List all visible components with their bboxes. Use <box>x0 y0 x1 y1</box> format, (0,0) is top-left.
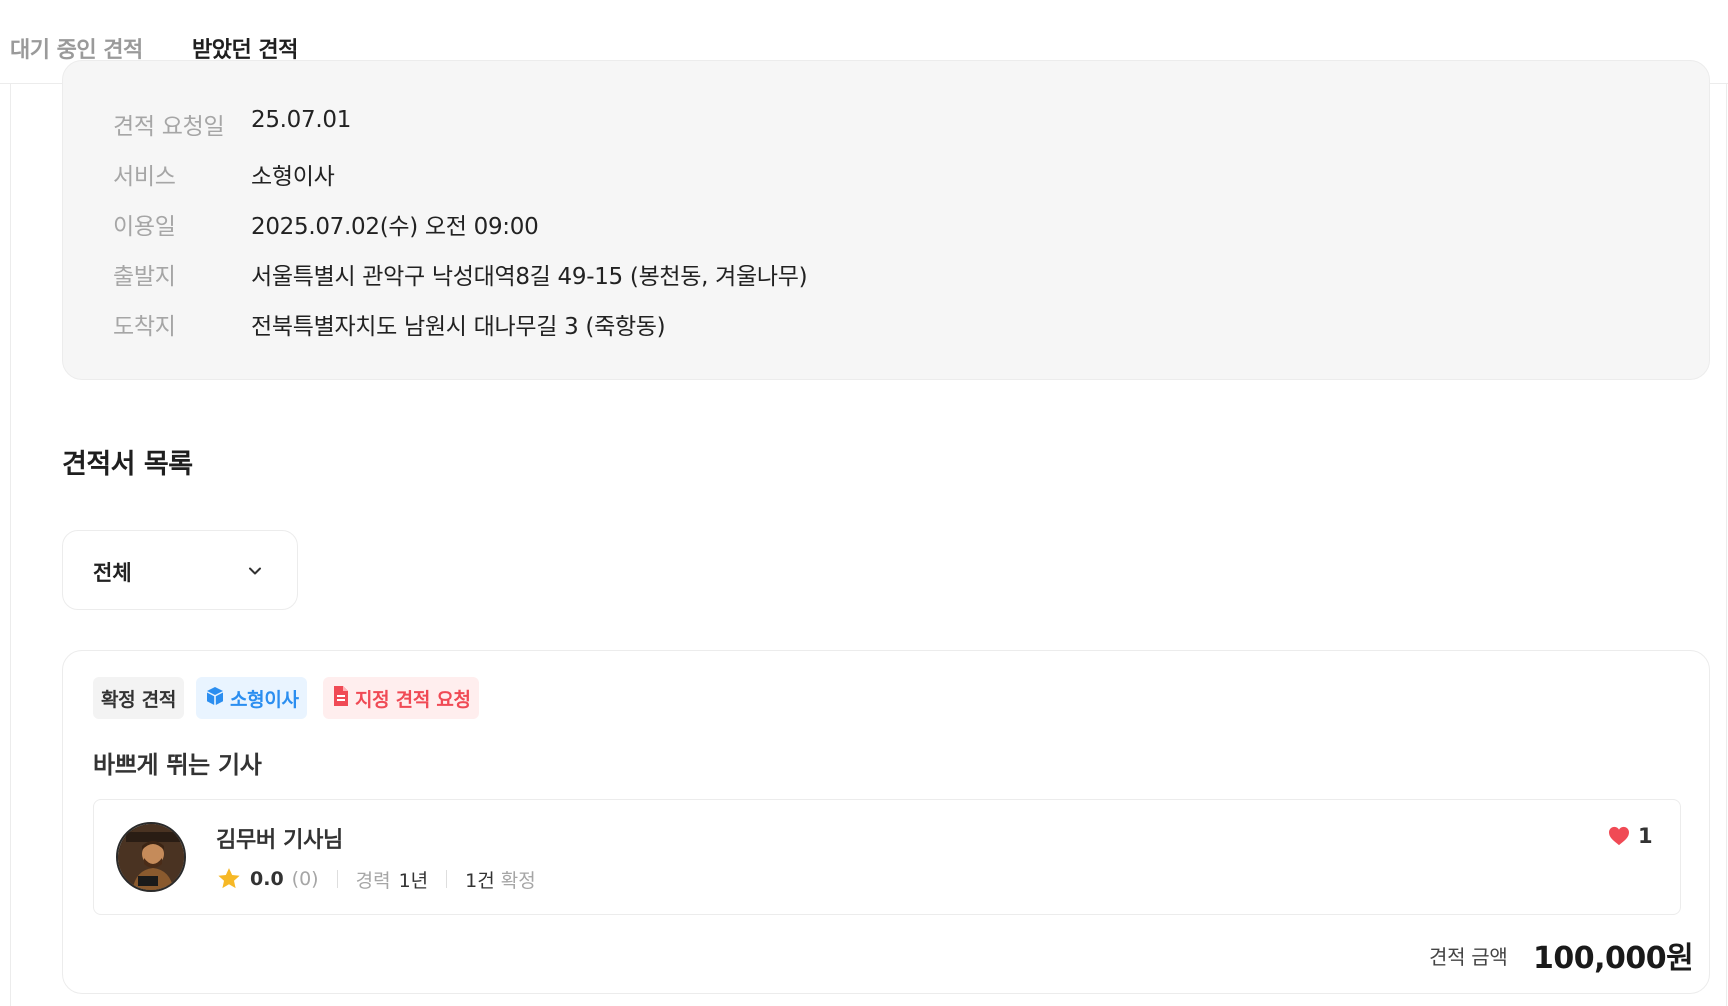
left-divider <box>10 84 11 1006</box>
driver-stats: 0.0 (0) 경력 1년 1건 확정 <box>216 866 536 892</box>
rating-value: 0.0 <box>250 868 284 890</box>
star-icon <box>216 866 242 892</box>
info-value: 2025.07.02(수) 오전 09:00 <box>251 214 539 240</box>
price-label: 견적 금액 <box>1429 945 1508 969</box>
like-value: 1 <box>1638 824 1653 848</box>
stat-divider <box>446 870 448 888</box>
request-info-card: 견적 요청일 25.07.01 서비스 소형이사 이용일 2025.07.02(… <box>62 60 1710 380</box>
box-icon <box>204 685 230 712</box>
chevron-down-icon <box>245 561 265 581</box>
chip-label: 지정 견적 요청 <box>355 688 471 711</box>
driver-profile-box[interactable]: 김무버 기사님 0.0 (0) 경력 1년 1건 확정 1 <box>93 799 1681 915</box>
info-value: 서울특별시 관악구 낙성대역8길 49-15 (봉천동, 겨울나무) <box>251 264 808 290</box>
quote-card[interactable]: 확정 견적 소형이사 지정 견적 요청 바쁘게 뛰는 기사 김무버 기사님 0.… <box>62 650 1710 994</box>
info-label: 견적 요청일 <box>113 114 225 140</box>
heart-icon <box>1608 826 1638 846</box>
driver-name: 김무버 기사님 <box>216 828 343 853</box>
avatar <box>116 822 186 892</box>
info-value: 전북특별자치도 남원시 대나무길 3 (죽항동) <box>251 314 666 340</box>
chip-label: 확정 견적 <box>101 688 177 711</box>
chip-label: 소형이사 <box>230 688 299 711</box>
price-value: 100,000원 <box>1533 941 1694 976</box>
info-label: 출발지 <box>113 264 176 290</box>
info-label: 이용일 <box>113 214 176 240</box>
info-value: 소형이사 <box>251 164 335 190</box>
info-value: 25.07.01 <box>251 107 352 133</box>
quote-list-title: 견적서 목록 <box>62 449 193 480</box>
document-icon <box>331 685 355 712</box>
right-divider <box>1726 84 1727 1006</box>
review-count: (0) <box>291 868 319 890</box>
stat-divider <box>336 870 338 888</box>
info-label: 서비스 <box>113 164 176 190</box>
confirmed-count: 1건 <box>465 869 495 892</box>
confirmed-label: 확정 <box>500 869 536 892</box>
quote-title: 바쁘게 뛰는 기사 <box>93 751 262 779</box>
service-type-chip: 소형이사 <box>196 677 307 719</box>
like-count[interactable]: 1 <box>1608 824 1653 848</box>
career-label: 경력 <box>355 869 391 892</box>
info-label: 도착지 <box>113 314 176 340</box>
career-value: 1년 <box>398 869 429 892</box>
dropdown-selected-value: 전체 <box>93 561 132 585</box>
designated-request-chip: 지정 견적 요청 <box>323 677 479 719</box>
confirmed-quote-chip: 확정 견적 <box>93 677 185 719</box>
quote-filter-dropdown[interactable]: 전체 <box>62 530 298 610</box>
